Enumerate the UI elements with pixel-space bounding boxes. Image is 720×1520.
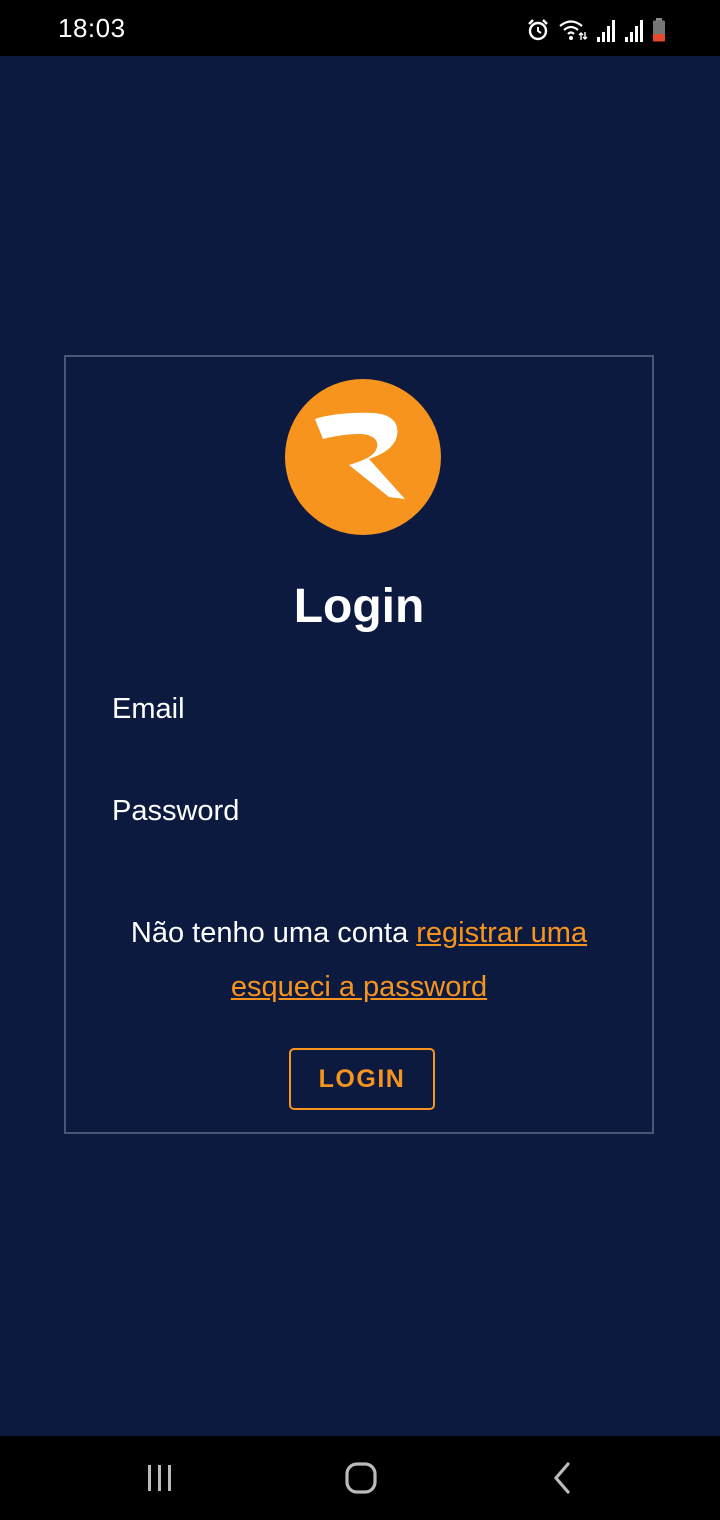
page-title: Login [293,580,425,633]
app-logo-icon [285,379,441,535]
register-link[interactable]: registrar uma [416,917,587,949]
password-field[interactable] [112,785,608,837]
battery-icon [653,18,665,42]
back-icon [553,1462,570,1494]
back-button[interactable] [533,1458,593,1498]
register-prompt: Não tenho uma conta registrar uma [66,917,652,950]
login-screen: 18:03 Login Email Não tenho uma conta re… [0,0,720,1520]
login-card: Login Não tenho uma conta registrar uma … [64,355,654,1134]
status-icons [526,14,666,42]
home-button[interactable] [331,1458,391,1498]
no-account-text: Não tenho uma conta [130,917,417,949]
forgot-row: esqueci a password [66,971,652,1004]
status-bar: 18:03 [0,0,720,56]
recents-button[interactable] [130,1458,190,1498]
recents-icon [148,1465,171,1491]
email-field[interactable] [112,683,608,735]
status-time: 18:03 [58,13,126,43]
navigation-bar [0,1436,720,1520]
wifi-icon [559,20,588,40]
signal-icon [625,20,643,42]
home-icon [345,1462,377,1494]
alarm-icon [528,19,548,41]
signal-icon [597,20,615,42]
login-button[interactable]: LOGIN [289,1048,435,1110]
forgot-password-link[interactable]: esqueci a password [231,971,487,1003]
